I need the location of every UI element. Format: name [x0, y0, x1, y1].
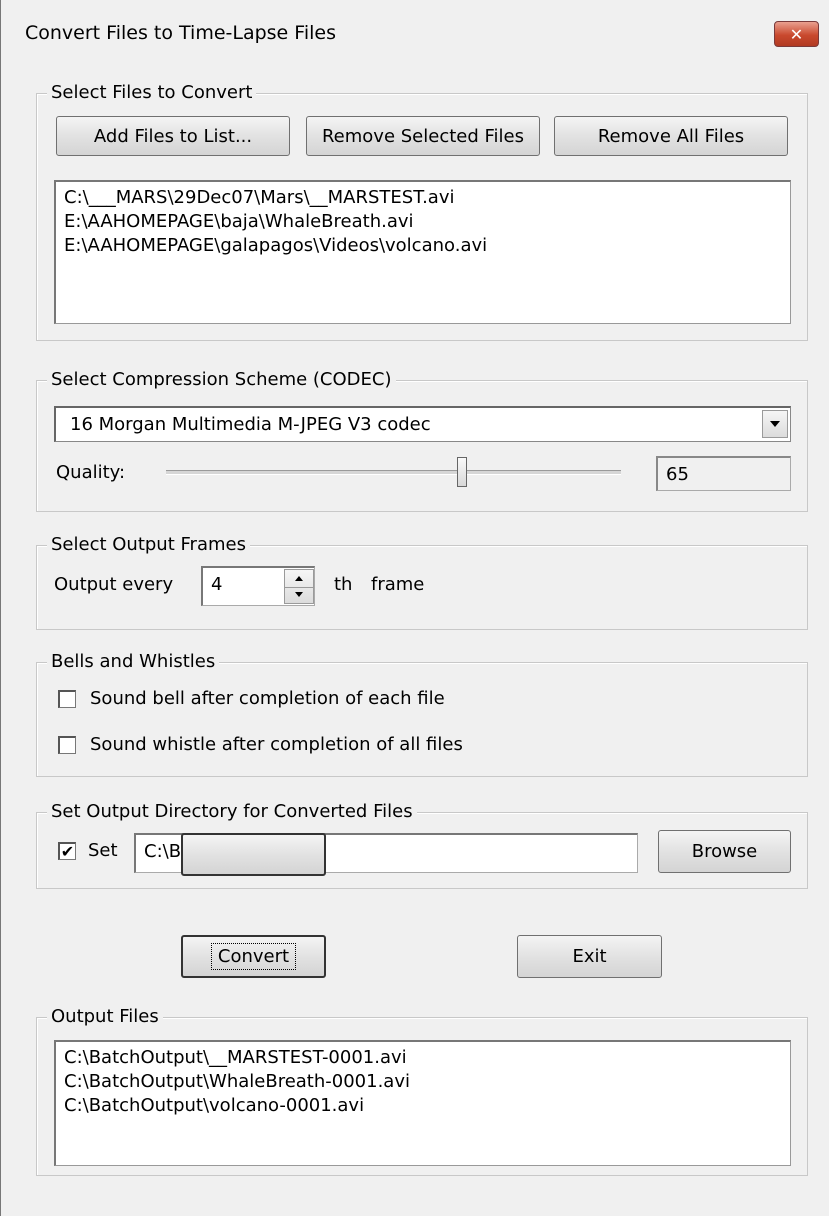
- window-title: Convert Files to Time-Lapse Files: [25, 22, 336, 44]
- close-icon: ✕: [789, 24, 804, 44]
- quality-value-box: 65: [656, 456, 791, 491]
- chevron-down-icon[interactable]: [762, 410, 788, 438]
- exit-button[interactable]: Exit: [517, 935, 662, 978]
- dialog-window: Convert Files to Time-Lapse Files ✕ Sele…: [0, 0, 829, 1216]
- quality-slider-thumb[interactable]: [456, 457, 467, 487]
- browse-button[interactable]: Browse: [658, 830, 791, 873]
- output-files-list[interactable]: C:\BatchOutput\__MARSTEST-0001.avi C:\Ba…: [54, 1040, 791, 1166]
- input-files-list[interactable]: C:\___MARS\29Dec07\Mars\__MARSTEST.avi E…: [54, 180, 791, 324]
- list-item[interactable]: C:\BatchOutput\__MARSTEST-0001.avi: [64, 1046, 782, 1070]
- whistle-checkbox[interactable]: [58, 736, 76, 754]
- output-every-label: Output every: [54, 574, 174, 595]
- title-bar: Convert Files to Time-Lapse Files ✕: [1, 0, 829, 66]
- list-item[interactable]: C:\BatchOutput\WhaleBreath-0001.avi: [64, 1070, 782, 1094]
- list-item[interactable]: E:\AAHOMEPAGE\galapagos\Videos\volcano.a…: [64, 234, 782, 258]
- add-files-button[interactable]: Add Files to List...: [56, 116, 290, 156]
- convert-button-label: Convert: [210, 943, 297, 970]
- output-frames-legend: Select Output Frames: [47, 534, 250, 555]
- codec-legend: Select Compression Scheme (CODEC): [47, 369, 396, 390]
- bells-whistles-group: Bells and Whistles: [36, 651, 808, 777]
- bells-whistles-legend: Bells and Whistles: [47, 651, 220, 672]
- list-item[interactable]: C:\BatchOutput\volcano-0001.avi: [64, 1094, 782, 1118]
- close-button[interactable]: ✕: [774, 21, 819, 47]
- set-directory-label[interactable]: Set: [88, 840, 118, 861]
- quality-slider-track[interactable]: [166, 470, 621, 475]
- quality-label: Quality:: [56, 462, 126, 483]
- convert-button[interactable]: Convert: [181, 935, 326, 978]
- whistle-checkbox-label[interactable]: Sound whistle after completion of all fi…: [90, 734, 463, 755]
- frame-label: frame: [371, 574, 425, 595]
- bell-checkbox[interactable]: [58, 690, 76, 708]
- frame-interval-spinner[interactable]: [284, 569, 314, 604]
- remove-selected-files-button[interactable]: Remove Selected Files: [306, 116, 540, 156]
- spin-up-icon[interactable]: [285, 570, 313, 588]
- check-icon: ✔: [60, 841, 75, 861]
- select-files-legend: Select Files to Convert: [47, 82, 257, 103]
- list-item[interactable]: C:\___MARS\29Dec07\Mars\__MARSTEST.avi: [64, 186, 782, 210]
- spin-down-icon[interactable]: [285, 587, 313, 604]
- remove-all-files-button[interactable]: Remove All Files: [554, 116, 788, 156]
- output-directory-legend: Set Output Directory for Converted Files: [47, 801, 417, 822]
- output-files-legend: Output Files: [47, 1006, 163, 1027]
- codec-selected-value: 16 Morgan Multimedia M-JPEG V3 codec: [70, 414, 431, 435]
- th-label: th: [334, 574, 353, 595]
- codec-group: Select Compression Scheme (CODEC): [36, 369, 808, 512]
- quality-value: 65: [666, 464, 689, 485]
- bell-checkbox-label[interactable]: Sound bell after completion of each file: [90, 688, 445, 709]
- codec-select[interactable]: 16 Morgan Multimedia M-JPEG V3 codec: [54, 406, 791, 442]
- frame-interval-value: 4: [211, 574, 223, 595]
- list-item[interactable]: E:\AAHOMEPAGE\baja\WhaleBreath.avi: [64, 210, 782, 234]
- set-directory-checkbox[interactable]: ✔: [58, 842, 76, 860]
